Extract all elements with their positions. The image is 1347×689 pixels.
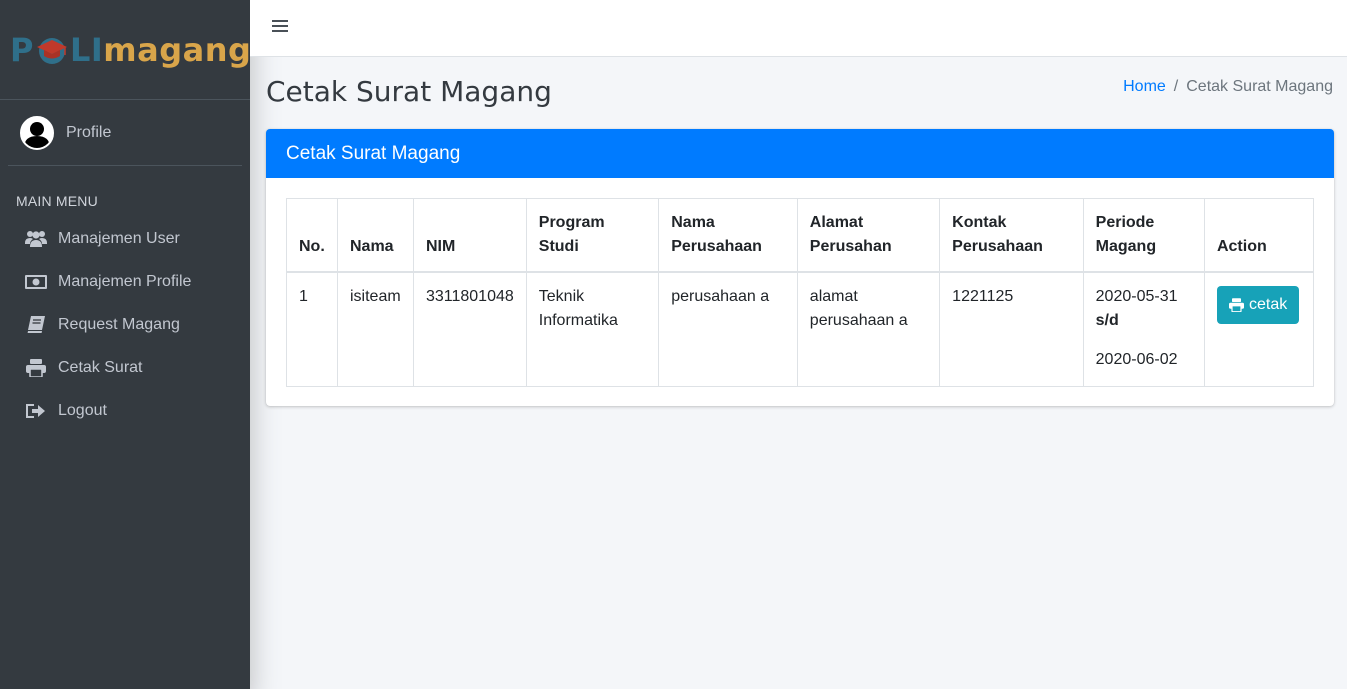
top-navbar [250, 0, 1347, 57]
avatar [20, 115, 54, 150]
hamburger-menu-icon[interactable] [272, 20, 288, 36]
cell-program-studi: Teknik Informatika [525, 271, 660, 387]
cell-alamat-perusahan: alamat perusahaan a [796, 271, 941, 387]
graduation-cap-icon [35, 35, 69, 65]
user-panel[interactable]: Profile [8, 100, 242, 166]
sidebar-item-logout[interactable]: Logout [0, 389, 250, 432]
col-program-studi: Program Studi [525, 198, 660, 273]
breadcrumb-home-link[interactable]: Home [1123, 78, 1166, 96]
menu-header: MAIN MENU [16, 193, 98, 209]
sidebar-item-manajemen-profile[interactable]: Manajemen Profile [0, 260, 250, 303]
page-title: Cetak Surat Magang [266, 75, 552, 108]
brand-logo[interactable]: P LI magang [10, 31, 251, 69]
cetak-button-label: cetak [1248, 296, 1288, 313]
col-nama-perusahaan: Nama Perusahaan [658, 198, 798, 273]
sidebar-item-request-magang[interactable]: Request Magang [0, 303, 250, 346]
cell-action: cetak [1203, 271, 1315, 387]
cell-nama: isiteam [336, 271, 414, 387]
sidebar-item-label: Request Magang [58, 315, 180, 333]
sidebar-item-label: Logout [58, 401, 107, 419]
cell-no: 1 [286, 271, 338, 387]
col-nama: Nama [336, 198, 414, 273]
cell-periode-magang: 2020-05-31 s/d 2020-06-02 [1082, 271, 1205, 387]
table-row: 1 isiteam 3311801048 Teknik Informatika p… [286, 271, 1315, 387]
sidebar-item-manajemen-user[interactable]: Manajemen User [0, 217, 250, 260]
col-kontak-perusahaan: Kontak Perusahaan [939, 198, 1084, 273]
sidebar-item-cetak-surat[interactable]: Cetak Surat [0, 346, 250, 389]
print-icon [24, 358, 48, 378]
surat-table: No. Nama NIM Program Studi Nama Perusahaan… [286, 198, 1315, 387]
profile-link[interactable]: Profile [66, 124, 111, 142]
cell-nama-perusahaan: perusahaan a [658, 271, 798, 387]
brand-text-mid: LI [69, 30, 104, 69]
cell-kontak-perusahaan: 1221125 [939, 271, 1084, 387]
cetak-surat-card: Cetak Surat Magang No. Nama NIM Program S… [266, 129, 1334, 406]
sidebar-item-label: Manajemen User [58, 229, 180, 247]
brand-text-left: P [10, 30, 34, 69]
periode-end: 2020-06-02 [1095, 351, 1178, 368]
user-silhouette-icon [24, 121, 50, 148]
cell-nim: 3311801048 [412, 271, 527, 387]
breadcrumb-current: Cetak Surat Magang [1186, 78, 1333, 95]
sidebar-item-label: Manajemen Profile [58, 272, 192, 290]
main-content: Cetak Surat Magang Home / Cetak Surat Ma… [250, 57, 1347, 689]
sign-out-icon [24, 401, 48, 421]
print-icon [1228, 298, 1244, 312]
card-header: Cetak Surat Magang [266, 129, 1334, 178]
sidebar: P LI magang Profile MAIN MENU Manajemen … [0, 0, 251, 689]
brand-text-right: magang [103, 30, 252, 69]
col-nim: NIM [412, 198, 527, 273]
brand[interactable]: P LI magang [0, 0, 251, 100]
book-icon [24, 315, 48, 335]
sidebar-item-label: Cetak Surat [58, 358, 143, 376]
col-action: Action [1203, 198, 1315, 273]
periode-separator: s/d [1095, 312, 1119, 329]
breadcrumb: Home / Cetak Surat Magang [1123, 78, 1333, 96]
card-body: No. Nama NIM Program Studi Nama Perusahaan… [266, 178, 1334, 406]
col-alamat-perusahan: Alamat Perusahan [796, 198, 941, 273]
periode-start: 2020-05-31 [1095, 288, 1178, 305]
table-header-row: No. Nama NIM Program Studi Nama Perusahaan… [286, 198, 1315, 273]
col-no: No. [286, 198, 338, 273]
money-bill-icon [24, 272, 48, 292]
breadcrumb-separator: / [1173, 78, 1179, 95]
cetak-button[interactable]: cetak [1216, 286, 1300, 324]
users-icon [24, 229, 48, 249]
col-periode-magang: Periode Magang [1082, 198, 1205, 273]
